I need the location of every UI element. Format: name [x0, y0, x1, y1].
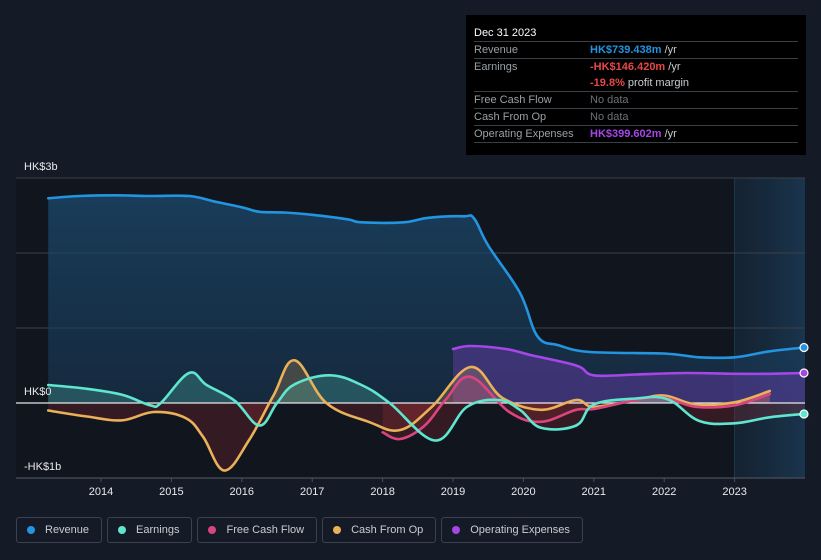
legend-item-operating-expenses[interactable]: Operating Expenses: [441, 517, 583, 543]
tooltip: Dec 31 2023 Revenue HK$739.438m /yr Earnin…: [466, 15, 806, 155]
legend-label: Free Cash Flow: [226, 524, 305, 536]
legend-dot-icon: [27, 526, 35, 534]
earnings-end-marker: [799, 409, 809, 419]
y-label-zero: HK$0: [24, 386, 52, 398]
tooltip-date: Dec 31 2023: [474, 27, 537, 39]
x-tick-label: 2020: [511, 486, 535, 498]
x-tick-label: 2019: [441, 486, 465, 498]
tooltip-row-label: Free Cash Flow: [474, 94, 552, 106]
legend-dot-icon: [118, 526, 127, 534]
x-tick-label: 2023: [722, 486, 746, 498]
legend-item-revenue[interactable]: Revenue: [16, 517, 103, 543]
tooltip-row-label: [474, 75, 590, 91]
legend-dot-icon: [333, 526, 342, 534]
x-tick-label: 2016: [230, 486, 254, 498]
legend-item-earnings[interactable]: Earnings: [107, 517, 193, 543]
revenue-end-marker: [799, 342, 809, 353]
tooltip-row: Free Cash Flow No data: [474, 91, 798, 108]
tooltip-row-label: Earnings: [474, 61, 518, 73]
tooltip-row: Cash From Op No data: [474, 108, 798, 125]
legend-dot-icon: [208, 526, 217, 534]
tooltip-row-label: Revenue: [474, 44, 519, 56]
x-tick-label: 2014: [89, 486, 113, 498]
tooltip-row-value: No data: [590, 94, 629, 106]
tooltip-row-value: HK$739.438m /yr: [590, 44, 677, 56]
y-label-bottom: -HK$1b: [24, 461, 61, 473]
legend-label: Cash From Op: [351, 524, 424, 536]
tooltip-row-value: -HK$146.420m /yr: [590, 61, 681, 73]
tooltip-row-label: Operating Expenses: [474, 128, 574, 140]
y-label-top: HK$3b: [24, 161, 58, 173]
x-tick-label: 2017: [300, 486, 324, 498]
tooltip-row-value: No data: [590, 111, 629, 123]
legend-label: Revenue: [45, 524, 90, 536]
x-tick-label: 2021: [582, 486, 606, 498]
legend-item-cash-from-op[interactable]: Cash From Op: [322, 517, 437, 543]
tooltip-row: Revenue HK$739.438m /yr: [474, 41, 798, 58]
x-tick-label: 2022: [652, 486, 676, 498]
legend: Revenue Earnings Free Cash Flow Cash From O…: [16, 517, 583, 543]
legend-label: Operating Expenses: [470, 524, 570, 536]
legend-item-free-cash-flow[interactable]: Free Cash Flow: [197, 517, 318, 543]
legend-dot-icon: [452, 526, 461, 534]
operating-expenses-end-marker: [799, 368, 809, 378]
tooltip-row: Operating Expenses HK$399.602m /yr: [474, 125, 798, 142]
tooltip-row: Earnings -HK$146.420m /yr: [474, 58, 798, 75]
legend-label: Earnings: [136, 524, 180, 536]
tooltip-row-value: HK$399.602m /yr: [590, 128, 677, 140]
x-tick-label: 2015: [159, 486, 183, 498]
tooltip-row-value: -19.8% profit margin: [590, 77, 690, 89]
x-tick-label: 2018: [370, 486, 394, 498]
tooltip-row: -19.8% profit margin: [474, 75, 798, 91]
tooltip-row-label: Cash From Op: [474, 111, 547, 123]
